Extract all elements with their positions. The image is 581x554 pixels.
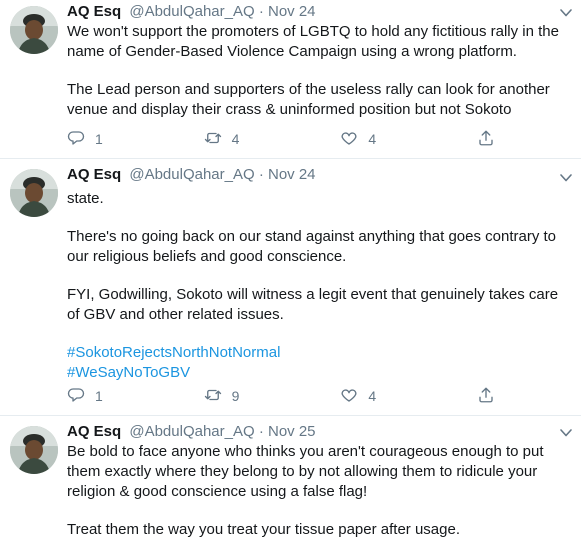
tweet-date[interactable]: Nov 24 [268, 3, 316, 20]
tweet-text: state. There's no going back on our stan… [67, 189, 573, 383]
tweet-text: We won't support the promoters of LGBTQ … [67, 22, 573, 120]
retweet-button[interactable]: 9 [204, 386, 341, 407]
chevron-down-icon[interactable] [559, 426, 573, 440]
tweet-text: Be bold to face anyone who thinks you ar… [67, 442, 573, 540]
tweet-paragraph: Be bold to face anyone who thinks you ar… [67, 443, 544, 500]
like-button[interactable]: 4 [340, 386, 477, 407]
separator-dot: · [258, 166, 264, 183]
retweet-count: 9 [231, 388, 240, 404]
author-name[interactable]: AQ Esq [67, 423, 121, 440]
tweet-paragraph: state. [67, 190, 104, 207]
tweet-date[interactable]: Nov 25 [268, 423, 316, 440]
tweet-actions: 1 4 4 [67, 128, 507, 150]
tweet-paragraph: Treat them the way you treat your tissue… [67, 521, 460, 538]
tweet-paragraph: FYI, Godwilling, Sokoto will witness a l… [67, 286, 559, 323]
author-handle[interactable]: @AbdulQahar_AQ [129, 423, 254, 440]
share-button[interactable] [477, 386, 507, 407]
separator-dot: · [258, 3, 264, 20]
like-count: 4 [368, 388, 377, 404]
avatar[interactable] [10, 169, 58, 217]
tweet-paragraph: There's no going back on our stand again… [67, 228, 557, 265]
retweet-icon [204, 386, 222, 407]
author-name[interactable]: AQ Esq [67, 3, 121, 20]
like-button[interactable]: 4 [340, 129, 477, 150]
tweet[interactable]: AQ Esq @AbdulQahar_AQ · Nov 25 Be bold t… [0, 416, 581, 554]
retweet-count: 4 [231, 131, 240, 147]
retweet-button[interactable]: 4 [204, 129, 341, 150]
reply-icon [67, 386, 85, 407]
share-button[interactable] [477, 129, 507, 150]
heart-icon [340, 386, 358, 407]
hashtag-link[interactable]: #SokotoRejectsNorthNotNormal [67, 343, 573, 363]
author-handle[interactable]: @AbdulQahar_AQ [129, 166, 254, 183]
tweet[interactable]: AQ Esq @AbdulQahar_AQ · Nov 24 We won't … [0, 0, 581, 159]
hashtag-link[interactable]: #WeSayNoToGBV [67, 363, 573, 383]
reply-button[interactable]: 1 [67, 129, 204, 150]
reply-count: 1 [95, 388, 103, 404]
avatar[interactable] [10, 6, 58, 54]
share-icon [477, 386, 495, 407]
reply-button[interactable]: 1 [67, 386, 204, 407]
retweet-icon [204, 129, 222, 150]
author-name[interactable]: AQ Esq [67, 166, 121, 183]
tweet-paragraph: We won't support the promoters of LGBTQ … [67, 23, 559, 60]
tweet-date[interactable]: Nov 24 [268, 166, 316, 183]
avatar[interactable] [10, 426, 58, 474]
heart-icon [340, 129, 358, 150]
reply-icon [67, 129, 85, 150]
tweet-paragraph: The Lead person and supporters of the us… [67, 81, 550, 118]
author-handle[interactable]: @AbdulQahar_AQ [129, 3, 254, 20]
tweet-header: AQ Esq @AbdulQahar_AQ · Nov 24 [67, 165, 573, 185]
tweet[interactable]: AQ Esq @AbdulQahar_AQ · Nov 24 state. Th… [0, 159, 581, 416]
tweet-header: AQ Esq @AbdulQahar_AQ · Nov 25 [67, 422, 573, 442]
tweet-actions: 1 9 4 [67, 385, 507, 407]
share-icon [477, 129, 495, 150]
like-count: 4 [368, 131, 377, 147]
tweet-header: AQ Esq @AbdulQahar_AQ · Nov 24 [67, 2, 573, 22]
separator-dot: · [258, 423, 264, 440]
reply-count: 1 [95, 131, 103, 147]
chevron-down-icon[interactable] [559, 171, 573, 185]
chevron-down-icon[interactable] [559, 6, 573, 20]
